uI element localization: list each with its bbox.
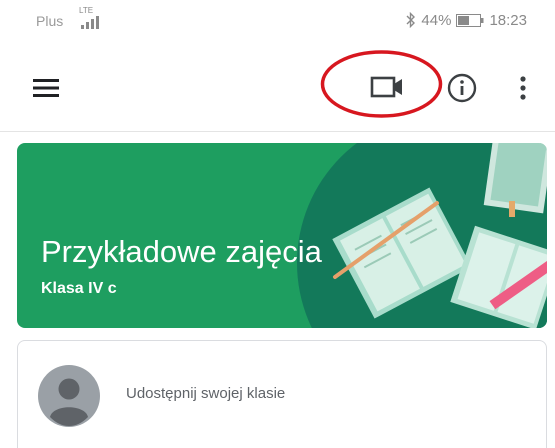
info-icon <box>447 73 477 103</box>
class-name: Przykładowe zajęcia <box>41 234 322 269</box>
meet-video-button[interactable] <box>368 72 406 102</box>
menu-button[interactable] <box>28 70 64 106</box>
class-banner[interactable]: Przykładowe zajęcia Klasa IV c <box>17 143 547 328</box>
share-with-class-card[interactable]: Udostępnij swojej klasie <box>17 340 547 448</box>
menu-icon <box>33 79 59 97</box>
avatar-icon <box>38 365 100 427</box>
class-info-button[interactable] <box>446 72 478 104</box>
status-indicators: 44% 18:23 <box>406 11 527 29</box>
more-options-button[interactable] <box>512 72 534 104</box>
app-bar <box>0 40 555 132</box>
share-prompt: Udostępnij swojej klasie <box>126 385 286 402</box>
battery-icon <box>456 13 484 27</box>
status-bar: Plus LTE 44% 18:23 <box>0 0 555 40</box>
battery-percent: 44% <box>421 11 452 29</box>
clock: 18:23 <box>489 11 527 29</box>
more-vert-icon <box>520 76 526 100</box>
network-type-label: LTE <box>79 6 94 15</box>
carrier-label: Plus <box>36 13 64 29</box>
bluetooth-icon <box>406 12 416 28</box>
avatar <box>38 365 100 427</box>
signal-icon: LTE <box>79 7 109 29</box>
classroom-screen: Plus LTE 44% 18:23 Przykładowe zajęcia K… <box>0 0 555 448</box>
video-camera-icon <box>370 76 402 98</box>
class-section: Klasa IV c <box>41 280 117 297</box>
